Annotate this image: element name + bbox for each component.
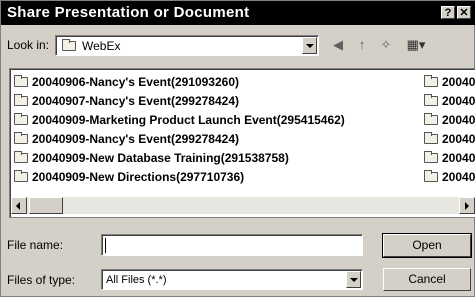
horizontal-scrollbar[interactable] [11, 197, 475, 214]
look-in-label: Look in: [7, 38, 50, 52]
cancel-button[interactable]: Cancel [383, 268, 471, 291]
view-menu-icon[interactable]: ▦▾ [401, 37, 431, 53]
folder-icon [424, 75, 438, 87]
file-name-text: 20040909-New Directions(297710736) [32, 170, 245, 184]
folder-icon [424, 151, 438, 163]
text-caret [105, 238, 106, 253]
file-type-dropdown-button[interactable] [346, 271, 361, 288]
look-in-dropdown-button[interactable] [302, 37, 317, 54]
file-name-text: 20040909-New Database Training(291538758… [32, 151, 289, 165]
look-in-combobox[interactable]: WebEx [55, 35, 319, 56]
file-name-text: 20040906-Nancy's Event(291093260) [32, 75, 239, 89]
file-name-text: 200409 [442, 75, 475, 89]
scroll-right-button[interactable] [459, 197, 475, 214]
file-name-text: 200409 [442, 113, 475, 127]
file-type-label: Files of type: [7, 273, 76, 287]
folder-icon [14, 113, 28, 125]
file-name-input[interactable] [101, 234, 363, 256]
folder-icon [14, 75, 28, 87]
folder-icon [424, 113, 438, 125]
new-folder-icon[interactable]: ✧ [377, 37, 395, 53]
close-button[interactable]: ✕ [457, 6, 471, 19]
file-name-text: 20040909-Marketing Product Launch Event(… [32, 113, 345, 127]
open-button[interactable]: Open [382, 233, 472, 258]
share-dialog: Share Presentation or Document ? ✕ Look … [0, 0, 475, 297]
file-type-value: All Files (*.*) [106, 274, 167, 286]
back-arrow-icon[interactable]: ◀ [329, 37, 347, 53]
file-name-text: 20040909-Nancy's Event(299278424) [32, 132, 239, 146]
file-name-text: 20040907-Nancy's Event(299278424) [32, 94, 239, 108]
help-button[interactable]: ? [441, 6, 455, 19]
look-in-value: WebEx [82, 39, 121, 53]
file-type-combobox[interactable]: All Files (*.*) [101, 269, 363, 290]
scroll-thumb[interactable] [29, 197, 63, 214]
file-name-text: 200409 [442, 94, 475, 108]
file-list[interactable]: 20040906-Nancy's Event(291093260) 200409… [9, 68, 475, 218]
folder-icon [424, 94, 438, 106]
folder-icon [14, 151, 28, 163]
folder-icon [14, 94, 28, 106]
up-folder-icon[interactable]: ↑ [353, 37, 371, 53]
folder-icon [424, 132, 438, 144]
folder-icon [14, 170, 28, 182]
file-name-text: 200409 [442, 170, 475, 184]
dialog-title: Share Presentation or Document [7, 4, 250, 21]
folder-icon [424, 170, 438, 182]
folder-icon [14, 132, 28, 144]
scroll-left-button[interactable] [11, 197, 27, 214]
file-name-label: File name: [7, 238, 64, 252]
folder-icon [62, 39, 76, 51]
file-name-text: 200409 [442, 132, 475, 146]
title-bar[interactable]: Share Presentation or Document ? ✕ [1, 1, 475, 25]
file-name-text: 200409 [442, 151, 475, 165]
